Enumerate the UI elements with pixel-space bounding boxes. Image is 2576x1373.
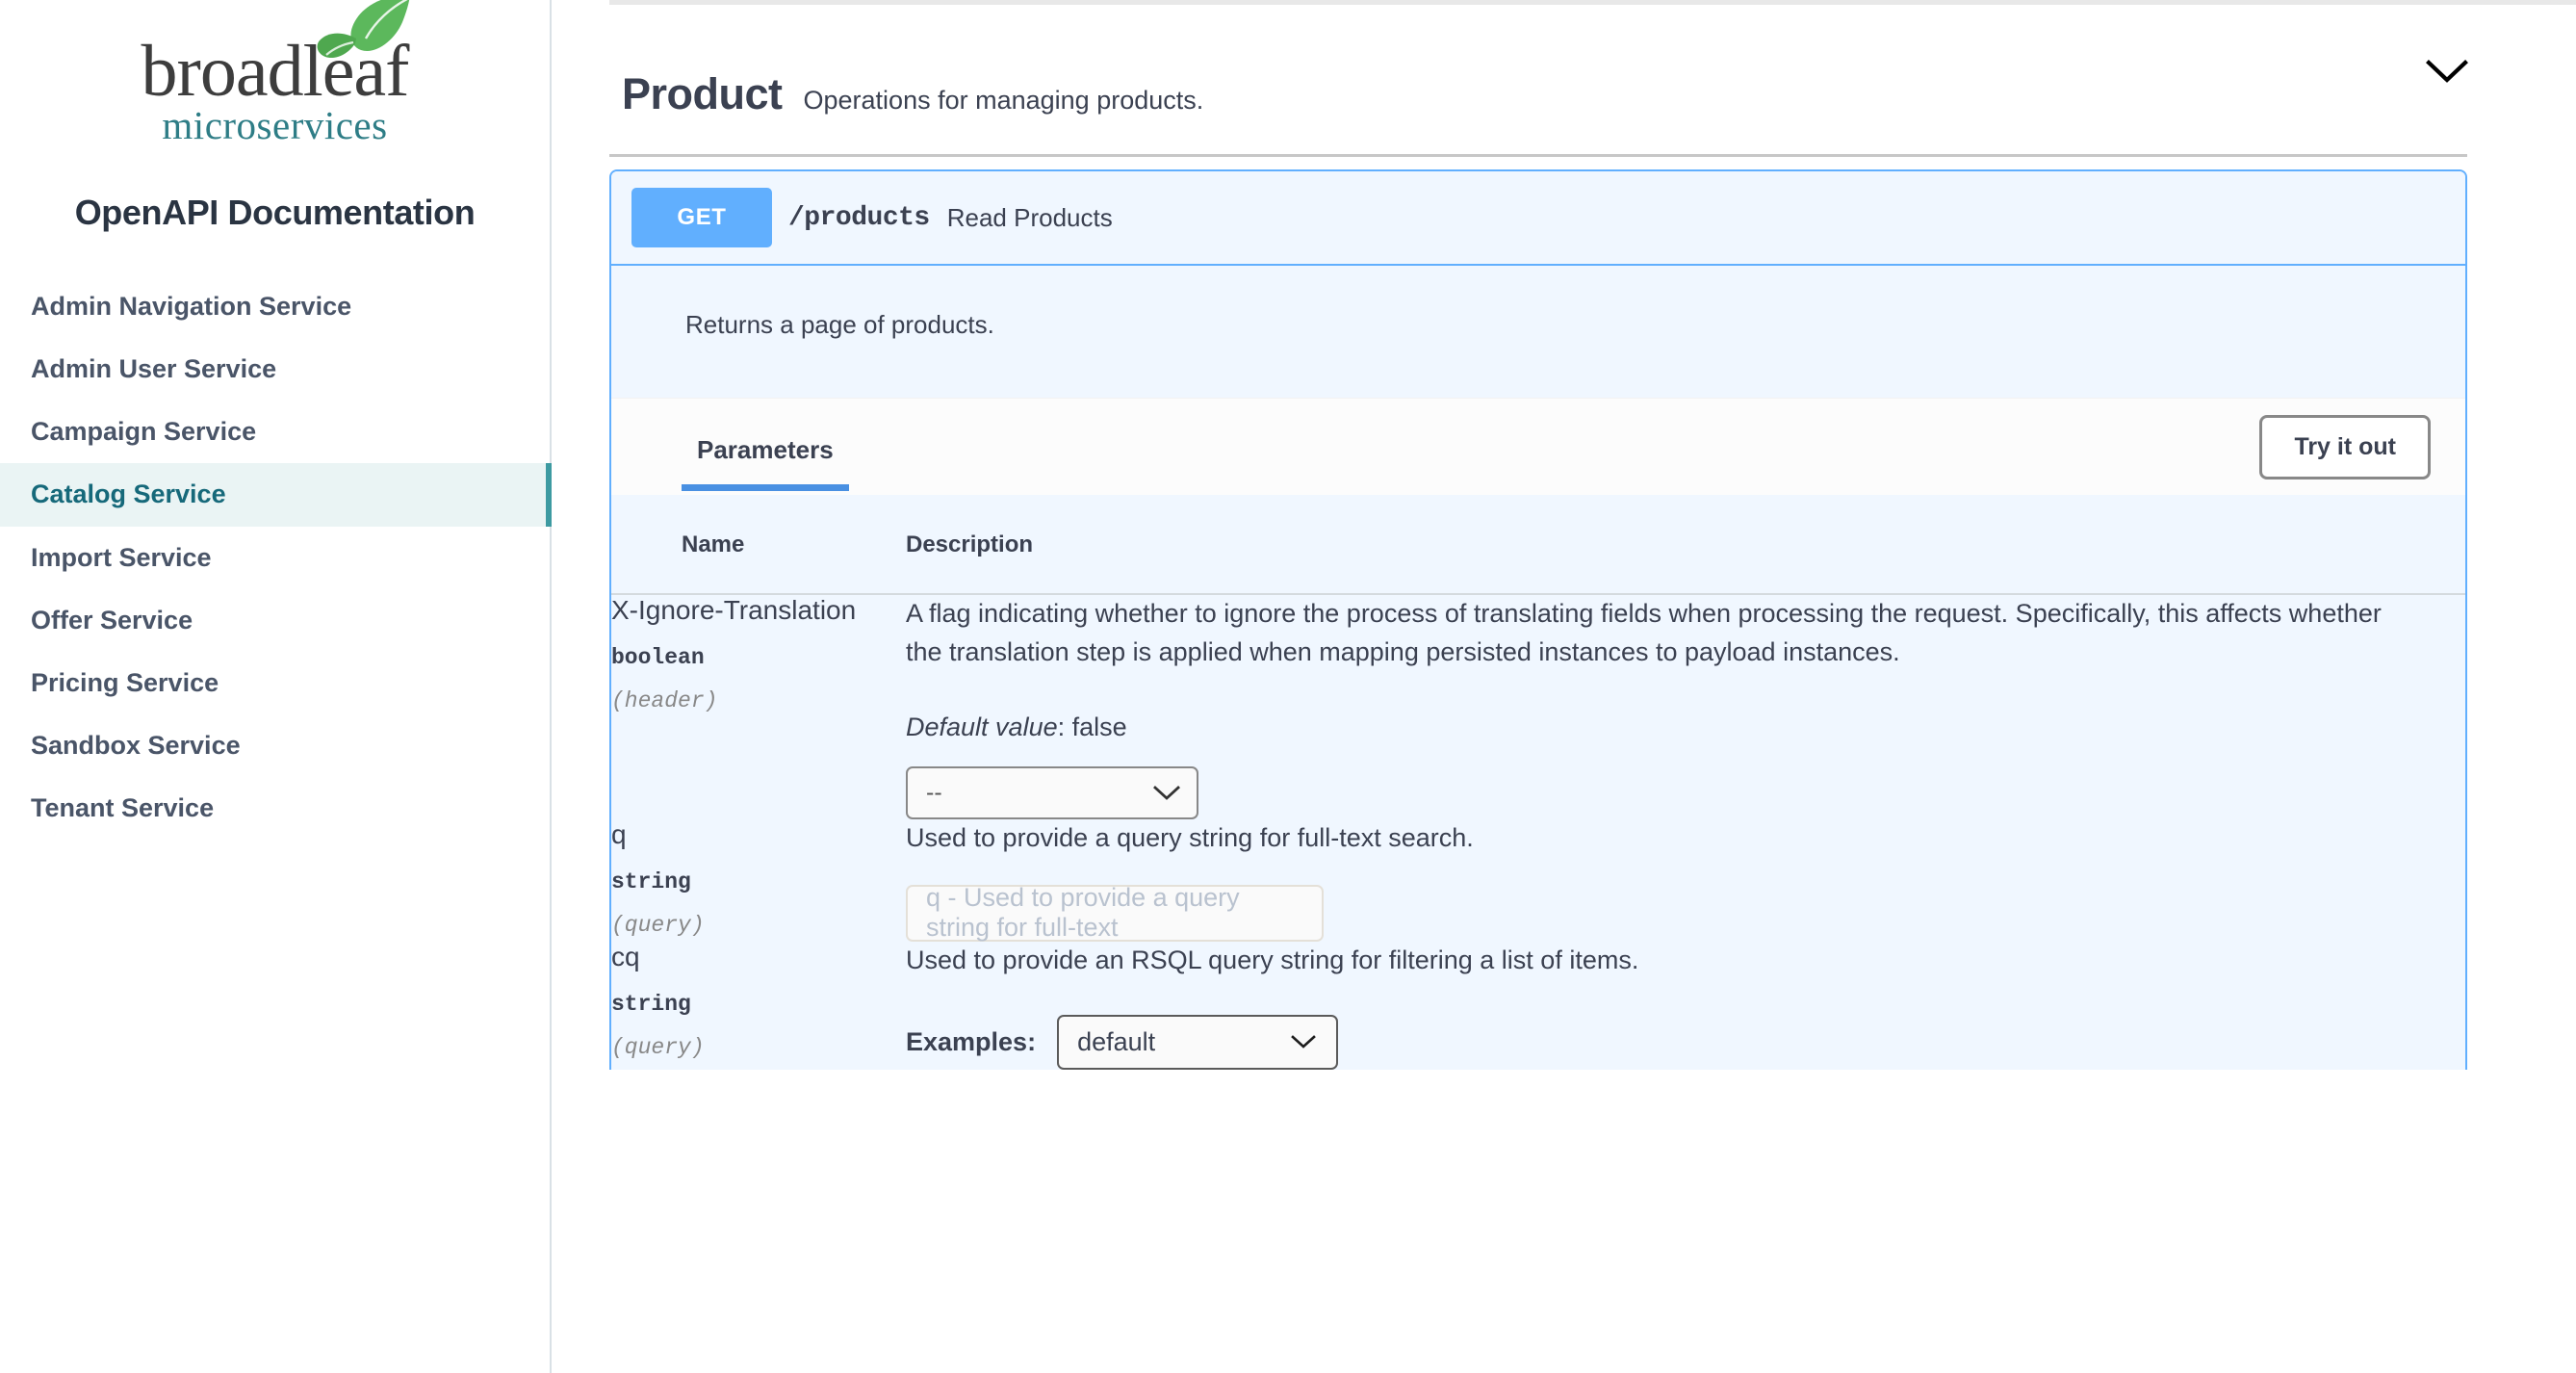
parameter-description-cell: A flag indicating whether to ignore the … <box>906 594 2465 819</box>
column-header-name: Name <box>611 495 906 595</box>
page-title: OpenAPI Documentation <box>74 193 476 233</box>
cq-examples-select[interactable]: default <box>1057 1014 1339 1070</box>
http-method-badge: GET <box>631 188 772 247</box>
examples-row: Examples: default <box>906 1014 2465 1070</box>
select-value: default <box>1077 1026 1156 1056</box>
parameter-name: cq <box>611 941 640 971</box>
brand-logo: broadleaf microservices <box>0 0 550 148</box>
sidebar-item-sandbox-service[interactable]: Sandbox Service <box>0 714 550 777</box>
parameter-location: (query) <box>611 913 705 939</box>
default-value: : false <box>1057 712 1127 741</box>
input-placeholder: q - Used to provide a query string for f… <box>926 883 1240 943</box>
sidebar: broadleaf microservices OpenAPI Document… <box>0 0 552 1373</box>
chevron-down-icon <box>1291 1034 1316 1049</box>
parameter-description-cell: Used to provide a query string for full-… <box>906 819 2465 942</box>
service-nav: Admin Navigation Service Admin User Serv… <box>0 275 552 840</box>
parameter-description: Used to provide a query string for full-… <box>906 822 1474 852</box>
main-content: Product Operations for managing products… <box>552 0 2576 1373</box>
section-divider <box>609 154 2467 157</box>
parameter-name-cell: cq string (query) <box>611 942 906 1070</box>
page-root: broadleaf microservices OpenAPI Document… <box>0 0 2576 1373</box>
chevron-down-icon <box>1153 785 1180 801</box>
logo-mark: broadleaf <box>142 0 410 108</box>
parameter-location: (query) <box>611 1035 705 1061</box>
tag-header: Product Operations for managing products… <box>552 0 2576 119</box>
select-value: -- <box>926 778 942 806</box>
chevron-down-icon <box>2426 59 2468 84</box>
parameter-description: Used to provide an RSQL query string for… <box>906 945 1639 974</box>
tag-name: Product <box>622 69 783 118</box>
parameter-description-cell: Used to provide an RSQL query string for… <box>906 942 2465 1070</box>
parameter-type: boolean <box>611 645 705 671</box>
leaf-icon <box>310 0 414 70</box>
parameter-name: q <box>611 818 627 849</box>
parameter-name: X-Ignore-Translation <box>611 595 857 625</box>
default-value-label: Default value <box>906 712 1058 741</box>
parameter-description: A flag indicating whether to ignore the … <box>906 599 2382 666</box>
column-header-description: Description <box>906 495 2465 595</box>
tag-collapse-toggle[interactable] <box>2420 44 2474 98</box>
parameter-default: Default value: false <box>906 712 2465 742</box>
operation-path: /products <box>788 202 930 233</box>
tag-description: Operations for managing products. <box>803 86 1204 115</box>
parameter-location: (header) <box>611 688 718 714</box>
parameters-section: Name Description X-Ignore-Translation bo… <box>611 495 2465 1070</box>
parameter-type: string <box>611 869 691 895</box>
try-it-out-button[interactable]: Try it out <box>2259 414 2431 479</box>
table-row: X-Ignore-Translation boolean (header) A … <box>611 594 2465 819</box>
operation-summary: Read Products <box>946 202 1113 232</box>
table-row: cq string (query) Used to provide an RSQ… <box>611 942 2465 1070</box>
table-row: q string (query) Used to provide a query… <box>611 819 2465 942</box>
q-search-input[interactable]: q - Used to provide a query string for f… <box>906 883 1324 943</box>
sidebar-item-campaign-service[interactable]: Campaign Service <box>0 401 550 463</box>
operation-header[interactable]: GET /products Read Products <box>611 171 2465 266</box>
sidebar-item-tenant-service[interactable]: Tenant Service <box>0 777 550 840</box>
parameter-name-cell: q string (query) <box>611 819 906 942</box>
tab-parameters[interactable]: Parameters <box>682 402 849 491</box>
parameter-name-cell: X-Ignore-Translation boolean (header) <box>611 594 906 819</box>
table-header-row: Name Description <box>611 495 2465 595</box>
sidebar-item-admin-user-service[interactable]: Admin User Service <box>0 338 550 401</box>
operation-tabbar: Parameters Try it out <box>611 398 2465 495</box>
sidebar-item-import-service[interactable]: Import Service <box>0 527 550 589</box>
x-ignore-translation-select[interactable]: -- <box>906 765 1198 819</box>
operation-block: GET /products Read Products Returns a pa… <box>609 169 2467 1070</box>
examples-label: Examples: <box>906 1026 1037 1056</box>
sidebar-item-admin-navigation-service[interactable]: Admin Navigation Service <box>0 275 550 338</box>
sidebar-item-catalog-service[interactable]: Catalog Service <box>0 463 552 527</box>
sidebar-item-offer-service[interactable]: Offer Service <box>0 589 550 652</box>
sidebar-item-pricing-service[interactable]: Pricing Service <box>0 652 550 714</box>
parameters-table: Name Description X-Ignore-Translation bo… <box>611 495 2465 1070</box>
parameter-type: string <box>611 992 691 1018</box>
operation-description: Returns a page of products. <box>611 266 2465 398</box>
